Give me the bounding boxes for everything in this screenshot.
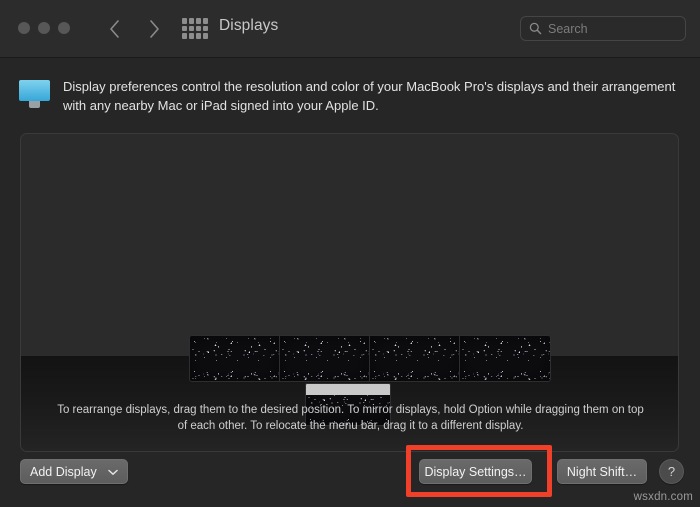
- menu-bar-indicator[interactable]: [306, 384, 390, 395]
- display-thumbnail-4[interactable]: [459, 335, 551, 382]
- displays-preferences-window: Displays Display preferences control the…: [0, 0, 700, 507]
- show-all-preferences-icon[interactable]: [182, 18, 208, 39]
- zoom-button[interactable]: [58, 22, 70, 34]
- minimize-button[interactable]: [38, 22, 50, 34]
- window-titlebar: Displays: [0, 0, 700, 58]
- search-icon: [529, 22, 542, 35]
- display-thumbnail-3[interactable]: [369, 335, 460, 382]
- page-title: Displays: [219, 17, 279, 34]
- search-input[interactable]: [548, 21, 676, 36]
- navigation-arrows: [106, 16, 162, 42]
- traffic-lights: [18, 22, 70, 34]
- display-thumbnail-1[interactable]: [189, 335, 280, 382]
- forward-arrow-icon[interactable]: [146, 16, 162, 42]
- display-thumbnail-2[interactable]: [279, 335, 370, 382]
- night-shift-button[interactable]: Night Shift…: [557, 459, 647, 484]
- description-text: Display preferences control the resoluti…: [63, 79, 676, 113]
- close-button[interactable]: [18, 22, 30, 34]
- display-settings-button[interactable]: Display Settings…: [419, 459, 532, 484]
- chevron-down-icon: [108, 465, 118, 479]
- description-row: Display preferences control the resoluti…: [19, 78, 681, 115]
- display-arrangement-panel[interactable]: To rearrange displays, drag them to the …: [20, 133, 679, 452]
- help-button[interactable]: ?: [659, 459, 684, 484]
- add-display-button[interactable]: Add Display: [20, 459, 128, 484]
- search-field[interactable]: [520, 16, 686, 41]
- add-display-label: Add Display: [30, 464, 97, 479]
- display-preferences-icon: [19, 80, 50, 110]
- arrangement-hint-text: To rearrange displays, drag them to the …: [57, 404, 644, 432]
- watermark: wsxdn.com: [633, 491, 693, 503]
- back-arrow-icon[interactable]: [106, 16, 122, 42]
